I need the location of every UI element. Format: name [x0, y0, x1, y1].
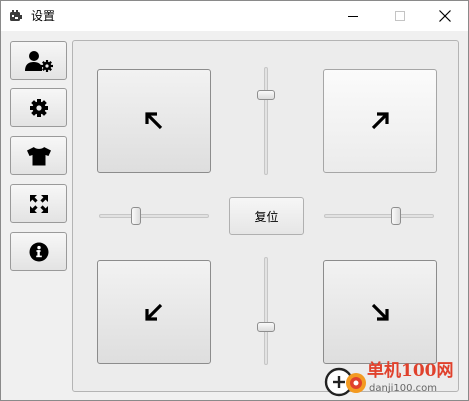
watermark: 单机100网 danji100.com — [323, 361, 468, 401]
left-horizontal-slider-thumb[interactable] — [131, 207, 142, 225]
window-title: 设置 — [31, 9, 56, 23]
maximize-button[interactable] — [378, 1, 422, 31]
close-button[interactable] — [423, 1, 467, 31]
watermark-logo-icon — [324, 367, 366, 397]
tshirt-icon — [26, 146, 51, 165]
bottom-left-button[interactable] — [97, 260, 211, 364]
bottom-vertical-slider-track[interactable] — [264, 257, 268, 365]
close-icon — [439, 10, 451, 22]
reset-button[interactable]: 复位 — [229, 197, 304, 235]
right-horizontal-slider-track[interactable] — [324, 214, 434, 218]
sidebar-item-general-settings[interactable] — [10, 88, 67, 127]
sidebar-item-user-settings[interactable] — [10, 41, 67, 80]
top-vertical-slider-track[interactable] — [264, 67, 268, 175]
maximize-icon — [395, 11, 405, 21]
bottom-vertical-slider-thumb[interactable] — [257, 322, 275, 333]
right-horizontal-slider-thumb[interactable] — [390, 207, 401, 225]
left-horizontal-slider-track[interactable] — [99, 214, 209, 218]
gear-icon — [29, 98, 48, 117]
arrow-down-right-icon — [371, 303, 389, 321]
settings-window: 设置 复位 单机100网 danji100.com — [0, 0, 469, 401]
top-right-button[interactable] — [323, 69, 437, 173]
arrow-up-left-icon — [145, 112, 163, 130]
info-icon — [29, 242, 48, 261]
bottom-right-button[interactable] — [323, 260, 437, 364]
expand-arrows-icon — [29, 194, 48, 213]
sidebar-item-fullscreen[interactable] — [10, 184, 67, 223]
user-gear-icon — [24, 50, 53, 72]
arrow-up-right-icon — [371, 112, 389, 130]
arrow-down-left-icon — [145, 303, 163, 321]
title-bar[interactable]: 设置 — [1, 1, 468, 31]
top-vertical-slider-thumb[interactable] — [257, 90, 275, 101]
watermark-url: danji100.com — [369, 383, 437, 394]
sidebar-item-skin[interactable] — [10, 136, 67, 175]
minimize-button[interactable] — [331, 1, 375, 31]
watermark-brand: 单机100网 — [367, 361, 454, 381]
top-left-button[interactable] — [97, 69, 211, 173]
app-logo-icon — [10, 10, 22, 21]
sidebar-item-about[interactable] — [10, 232, 67, 271]
minimize-icon — [348, 16, 358, 17]
